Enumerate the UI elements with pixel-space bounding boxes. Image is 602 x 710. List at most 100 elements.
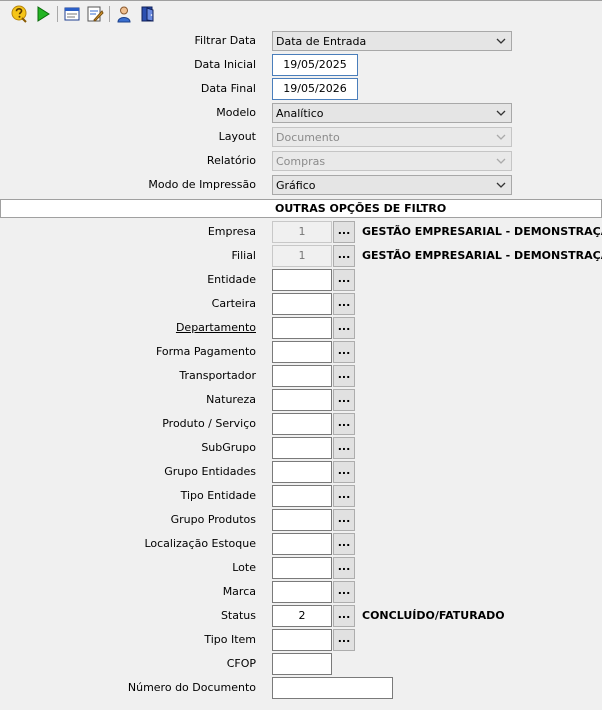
toolbar-separator [109,6,110,22]
status-label: Status [220,609,256,622]
data-inicial-input[interactable]: 19/05/2025 [272,54,358,76]
section-title: OUTRAS OPÇÕES DE FILTRO [275,202,447,215]
transportador-input[interactable] [272,365,332,387]
layout-value: Documento [276,131,340,144]
relatorio-label: Relatório [206,154,256,167]
cfop-label: CFOP [226,657,256,670]
tipo-item-input[interactable] [272,629,332,651]
relatorio-select[interactable]: Compras [272,151,512,171]
filtrar-data-label: Filtrar Data [194,34,257,47]
toolbar [0,2,602,26]
relatorio-value: Compras [276,155,326,168]
edit-report-icon [87,6,104,22]
lote-input[interactable] [272,557,332,579]
tipo-item-label: Tipo Item [204,633,256,646]
section-header: OUTRAS OPÇÕES DE FILTRO [0,199,602,218]
exit-door-icon [141,6,154,22]
grupo-produtos-label: Grupo Produtos [170,513,256,526]
layout-select[interactable]: Documento [272,127,512,147]
produto-servico-lookup-button[interactable]: ... [333,413,355,435]
cfop-input[interactable] [272,653,332,675]
tipo-entidade-lookup-button[interactable]: ... [333,485,355,507]
window-button[interactable] [63,5,81,23]
marca-input[interactable] [272,581,332,603]
natureza-label: Natureza [206,393,256,406]
modo-impressao-label: Modo de Impressão [148,178,256,191]
window-icon [64,7,80,21]
empresa-input[interactable]: 1 [272,221,332,243]
localizacao-estoque-input[interactable] [272,533,332,555]
empresa-description: GESTÃO EMPRESARIAL - DEMONSTRAÇÃO [362,225,602,238]
layout-label: Layout [218,130,256,143]
play-icon [37,6,50,22]
status-input[interactable]: 2 [272,605,332,627]
run-button[interactable] [34,5,52,23]
modelo-select[interactable]: Analítico [272,103,512,123]
tipo-entidade-input[interactable] [272,485,332,507]
localizacao-estoque-label: Localização Estoque [144,537,256,550]
help-icon [11,5,27,23]
chevron-down-icon [496,110,506,116]
empresa-lookup-button[interactable]: ... [333,221,355,243]
filial-lookup-button[interactable]: ... [333,245,355,267]
departamento-lookup-button[interactable]: ... [333,317,355,339]
entidade-input[interactable] [272,269,332,291]
chevron-down-icon [496,134,506,140]
subgrupo-lookup-button[interactable]: ... [333,437,355,459]
top-border [0,0,602,1]
help-button[interactable] [10,5,28,23]
modo-impressao-select[interactable]: Gráfico [272,175,512,195]
data-final-input[interactable]: 19/05/2026 [272,78,358,100]
modelo-value: Analítico [276,107,324,120]
tipo-entidade-label: Tipo Entidade [180,489,256,502]
status-description: CONCLUÍDO/FATURADO [362,609,505,622]
subgrupo-label: SubGrupo [201,441,256,454]
filtrar-data-value: Data de Entrada [276,35,367,48]
numero-documento-label: Número do Documento [127,681,256,694]
data-inicial-label: Data Inicial [194,58,256,71]
filial-label: Filial [231,249,257,262]
chevron-down-icon [496,38,506,44]
departamento-label: Departamento [175,321,256,334]
forma-pagamento-input[interactable] [272,341,332,363]
numero-documento-input[interactable] [272,677,393,699]
entidade-lookup-button[interactable]: ... [333,269,355,291]
modo-impressao-value: Gráfico [276,179,316,192]
grupo-entidades-lookup-button[interactable]: ... [333,461,355,483]
lote-label: Lote [232,561,256,574]
grupo-produtos-input[interactable] [272,509,332,531]
localizacao-estoque-lookup-button[interactable]: ... [333,533,355,555]
natureza-input[interactable] [272,389,332,411]
forma-pagamento-lookup-button[interactable]: ... [333,341,355,363]
exit-button[interactable] [139,5,157,23]
carteira-label: Carteira [211,297,256,310]
transportador-lookup-button[interactable]: ... [333,365,355,387]
forma-pagamento-label: Forma Pagamento [155,345,256,358]
produto-servico-label: Produto / Serviço [162,417,256,430]
user-button[interactable] [115,5,133,23]
chevron-down-icon [496,158,506,164]
natureza-lookup-button[interactable]: ... [333,389,355,411]
edit-report-button[interactable] [86,5,104,23]
filtrar-data-select[interactable]: Data de Entrada [272,31,512,51]
data-final-label: Data Final [200,82,256,95]
toolbar-separator [57,6,58,22]
chevron-down-icon [496,182,506,188]
departamento-input[interactable] [272,317,332,339]
transportador-label: Transportador [179,369,256,382]
produto-servico-input[interactable] [272,413,332,435]
marca-label: Marca [222,585,256,598]
grupo-produtos-lookup-button[interactable]: ... [333,509,355,531]
carteira-lookup-button[interactable]: ... [333,293,355,315]
subgrupo-input[interactable] [272,437,332,459]
entidade-label: Entidade [207,273,256,286]
lote-lookup-button[interactable]: ... [333,557,355,579]
tipo-item-lookup-button[interactable]: ... [333,629,355,651]
empresa-label: Empresa [207,225,256,238]
carteira-input[interactable] [272,293,332,315]
marca-lookup-button[interactable]: ... [333,581,355,603]
status-lookup-button[interactable]: ... [333,605,355,627]
filial-input[interactable]: 1 [272,245,332,267]
grupo-entidades-label: Grupo Entidades [164,465,256,478]
grupo-entidades-input[interactable] [272,461,332,483]
